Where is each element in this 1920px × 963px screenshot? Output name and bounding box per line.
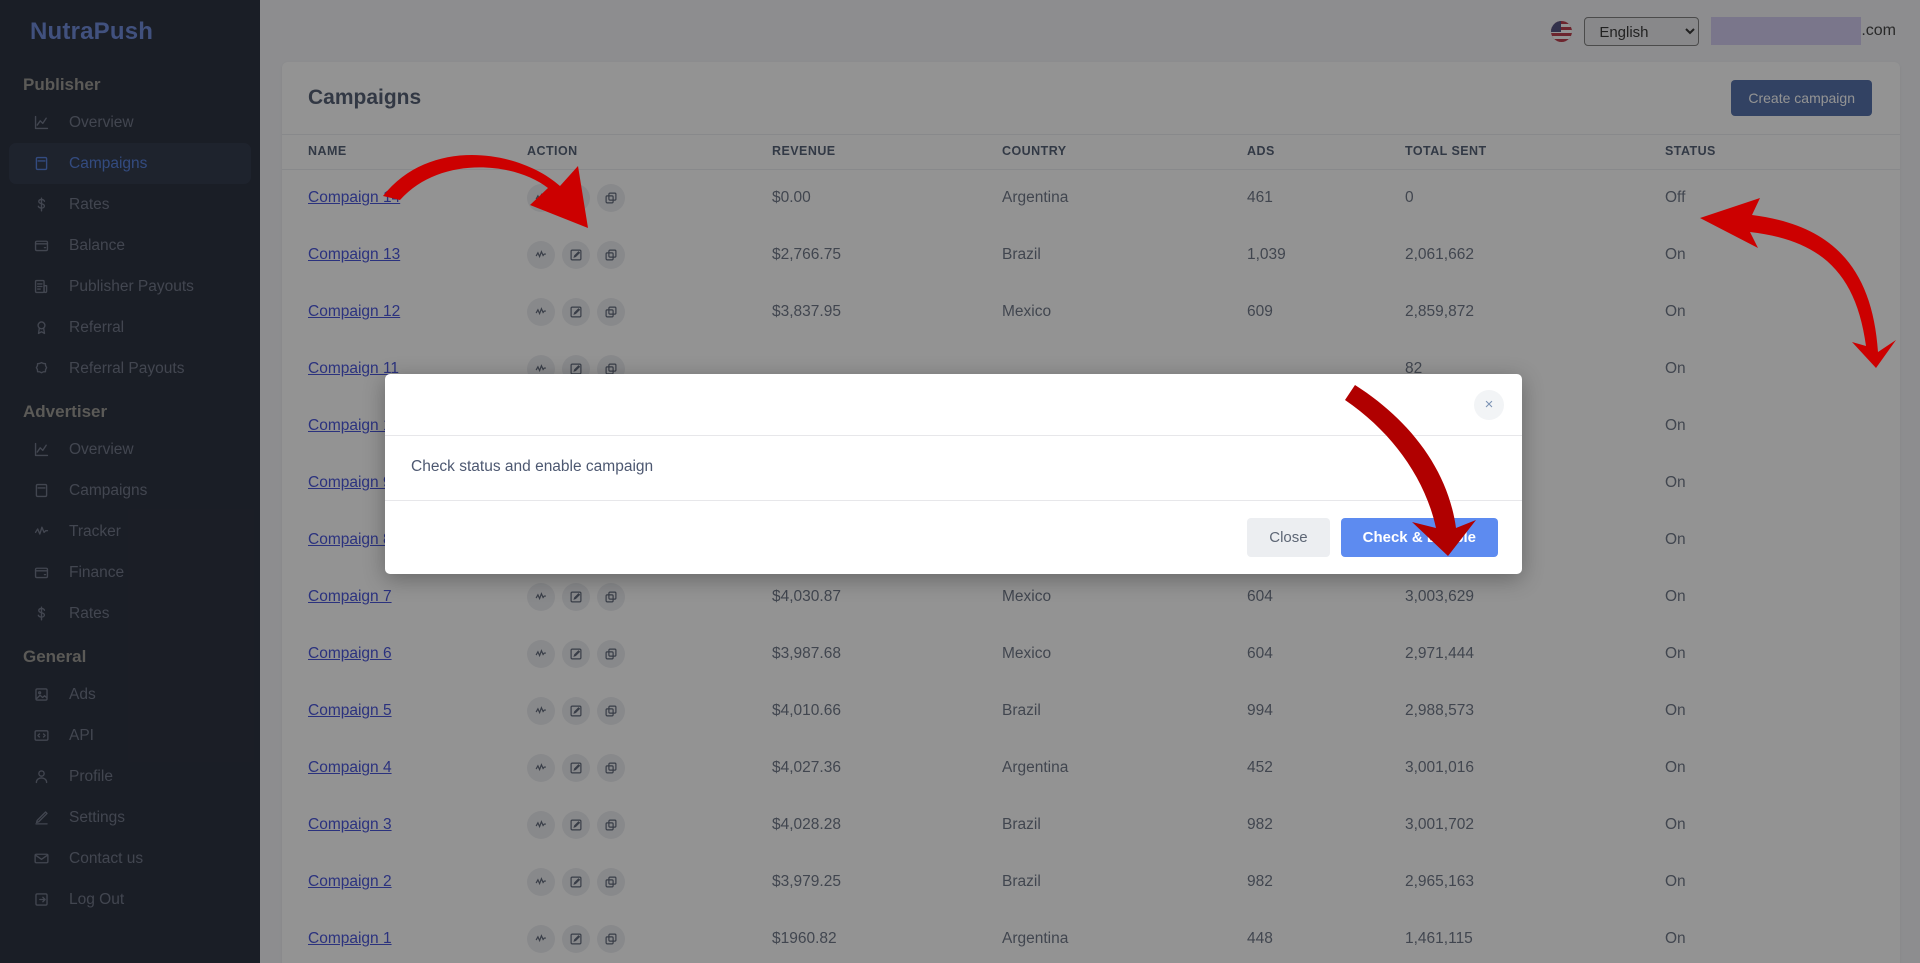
app-root: NutraPush PublisherOverviewCampaignsRate… [0,0,1920,963]
check-and-enable-button[interactable]: Check & Enable [1340,518,1498,557]
modal-body-text: Check status and enable campaign [385,436,1522,501]
check-enable-modal: × Check status and enable campaign Close… [385,374,1522,574]
modal-footer: Close Check & Enable [385,501,1522,574]
modal-header: × [385,374,1522,436]
close-icon[interactable]: × [1474,389,1504,420]
modal-close-button[interactable]: Close [1247,518,1330,557]
